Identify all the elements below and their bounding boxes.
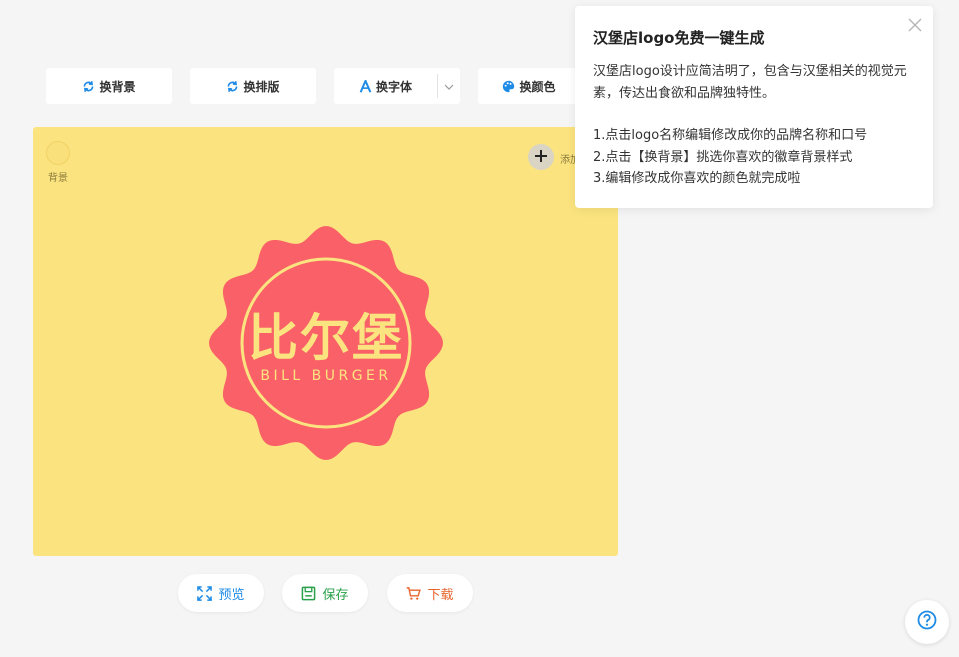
- plus-icon: [534, 148, 548, 167]
- expand-icon: [197, 585, 213, 601]
- logo-name-text[interactable]: 比尔堡: [248, 309, 404, 367]
- preview-label: 预览: [218, 587, 245, 603]
- preview-button[interactable]: 预览: [178, 574, 264, 612]
- help-button[interactable]: [905, 600, 949, 644]
- cart-icon: [406, 586, 422, 601]
- add-element-button[interactable]: [528, 144, 554, 170]
- close-button[interactable]: [908, 17, 922, 32]
- logo-graphic[interactable]: 比尔堡 BILL BURGER: [207, 224, 445, 462]
- popup-step: 1.点击logo名称编辑修改成你的品牌名称和口号: [593, 128, 868, 143]
- popup-step: 3.编辑修改成你喜欢的颜色就完成啦: [593, 171, 801, 186]
- change-layout-button[interactable]: 换排版: [190, 68, 316, 104]
- popup-step: 2.点击【换背景】挑选你喜欢的徽章背景样式: [593, 149, 853, 165]
- popup-description: 汉堡店logo设计应简洁明了，包含与汉堡相关的视觉元素，传达出食欲和品牌独特性。: [593, 64, 907, 101]
- info-popup: 汉堡店logo免费一键生成 汉堡店logo设计应简洁明了，包含与汉堡相关的视觉元…: [575, 6, 933, 208]
- save-label: 保存: [322, 587, 349, 603]
- change-color-button[interactable]: 换颜色: [478, 68, 580, 104]
- logo-canvas[interactable]: 背景 添加 比尔堡 BILL BURGER: [33, 127, 618, 556]
- change-font-label: 换字体: [375, 79, 412, 94]
- palette-icon: [502, 80, 515, 93]
- logo-slogan-text[interactable]: BILL BURGER: [260, 368, 391, 384]
- change-background-button[interactable]: 换背景: [46, 68, 172, 104]
- refresh-icon: [82, 80, 95, 93]
- refresh-icon: [226, 80, 239, 93]
- background-color-swatch[interactable]: [46, 141, 70, 165]
- save-icon: [301, 586, 316, 601]
- change-font-button[interactable]: 换字体: [334, 68, 460, 104]
- popup-steps: 1.点击logo名称编辑修改成你的品牌名称和口号 2.点击【换背景】挑选你喜欢的…: [593, 125, 915, 190]
- background-label: 背景: [48, 173, 68, 184]
- popup-title: 汉堡店logo免费一键生成: [593, 29, 765, 47]
- change-color-label: 换颜色: [519, 79, 556, 94]
- change-font-main[interactable]: 换字体: [334, 68, 437, 104]
- font-icon: [359, 79, 372, 93]
- download-button[interactable]: 下载: [387, 574, 473, 612]
- change-layout-label: 换排版: [243, 79, 280, 94]
- download-label: 下载: [427, 587, 454, 603]
- help-icon: [917, 610, 937, 634]
- change-background-label: 换背景: [99, 79, 136, 94]
- font-dropdown-toggle[interactable]: [438, 68, 460, 104]
- close-icon: [908, 17, 922, 36]
- save-button[interactable]: 保存: [282, 574, 368, 612]
- chevron-down-icon: [444, 79, 454, 93]
